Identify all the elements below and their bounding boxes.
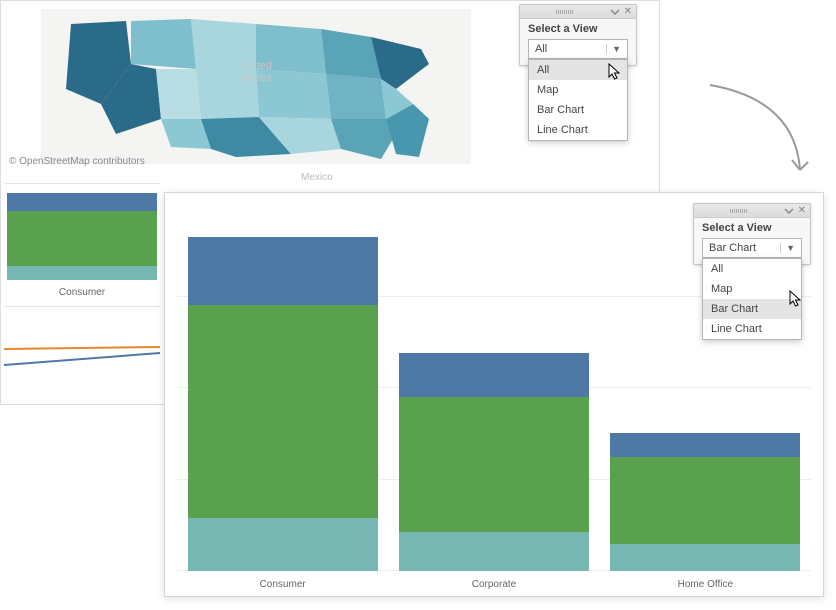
bar-group[interactable] [399, 205, 589, 571]
dropdown-item-line[interactable]: Line Chart [703, 319, 801, 339]
bar-segment [399, 532, 589, 571]
dropdown-item-bar[interactable]: Bar Chart [529, 100, 627, 120]
dropdown-item-map[interactable]: Map [703, 279, 801, 299]
param-card-header[interactable]: ✕ [520, 5, 636, 19]
bar-stack [399, 353, 589, 571]
param-card-header[interactable]: ✕ [694, 204, 810, 218]
bar-chart-panel: Consumer Corporate Home Office ✕ Select … [164, 192, 824, 597]
grip-icon[interactable] [694, 209, 784, 213]
map-country-label: Mexico [301, 172, 333, 183]
bar-stack [188, 237, 378, 571]
select-value: All [535, 43, 547, 55]
x-axis-labels: Consumer Corporate Home Office [177, 579, 811, 590]
svg-text:United: United [240, 60, 272, 72]
dropdown-list[interactable]: All Map Bar Chart Line Chart [702, 258, 802, 340]
param-select[interactable]: Bar Chart ▼ All Map Bar Chart Line Chart [702, 238, 802, 258]
param-title: Select a View [694, 218, 810, 236]
bar-segment [188, 305, 378, 518]
dropdown-item-all[interactable]: All [529, 60, 627, 80]
bar-segment [399, 397, 589, 533]
x-label-home-office: Home Office [610, 579, 800, 590]
chevron-down-icon[interactable] [784, 206, 794, 216]
param-card-back[interactable]: ✕ Select a View All ▼ All Map Bar Chart … [519, 4, 637, 66]
caret-down-icon: ▼ [606, 44, 621, 54]
bar-segment [610, 457, 800, 544]
usa-map-svg: United States [41, 9, 471, 164]
bar-group[interactable] [188, 205, 378, 571]
mini-bar-label: Consumer [4, 287, 160, 298]
dropdown-list[interactable]: All Map Bar Chart Line Chart [528, 59, 628, 141]
mini-bar-chart[interactable]: Consumer [4, 183, 160, 298]
param-card-front[interactable]: ✕ Select a View Bar Chart ▼ All Map Bar … [693, 203, 811, 265]
flow-arrow-icon [700, 80, 820, 190]
dropdown-item-map[interactable]: Map [529, 80, 627, 100]
chevron-down-icon[interactable] [610, 7, 620, 17]
select-box[interactable]: Bar Chart ▼ [702, 238, 802, 258]
bar-segment [188, 518, 378, 571]
mini-bar-seg-green [7, 211, 157, 266]
param-select[interactable]: All ▼ All Map Bar Chart Line Chart [528, 39, 628, 59]
dropdown-item-line[interactable]: Line Chart [529, 120, 627, 140]
close-icon[interactable]: ✕ [798, 206, 806, 216]
mini-bar-seg-blue [7, 193, 157, 211]
x-label-consumer: Consumer [188, 579, 378, 590]
bar-stack [610, 433, 800, 571]
grip-icon[interactable] [520, 10, 610, 14]
mini-bar-stack [7, 193, 157, 280]
svg-text:States: States [240, 72, 272, 84]
param-title: Select a View [520, 19, 636, 37]
bar-segment [399, 353, 589, 397]
mini-line-chart[interactable] [4, 306, 160, 401]
select-box[interactable]: All ▼ [528, 39, 628, 59]
x-label-corporate: Corporate [399, 579, 589, 590]
dropdown-item-bar[interactable]: Bar Chart [703, 299, 801, 319]
mini-bar-seg-teal [7, 266, 157, 280]
map-attribution: © OpenStreetMap contributors [9, 156, 145, 167]
choropleth-map[interactable]: United States [41, 9, 471, 164]
mini-line-svg [4, 337, 160, 377]
caret-down-icon: ▼ [780, 243, 795, 253]
bar-segment [188, 237, 378, 305]
bar-segment [610, 433, 800, 457]
select-value: Bar Chart [709, 242, 756, 254]
dropdown-item-all[interactable]: All [703, 259, 801, 279]
close-icon[interactable]: ✕ [624, 7, 632, 17]
bar-segment [610, 544, 800, 571]
